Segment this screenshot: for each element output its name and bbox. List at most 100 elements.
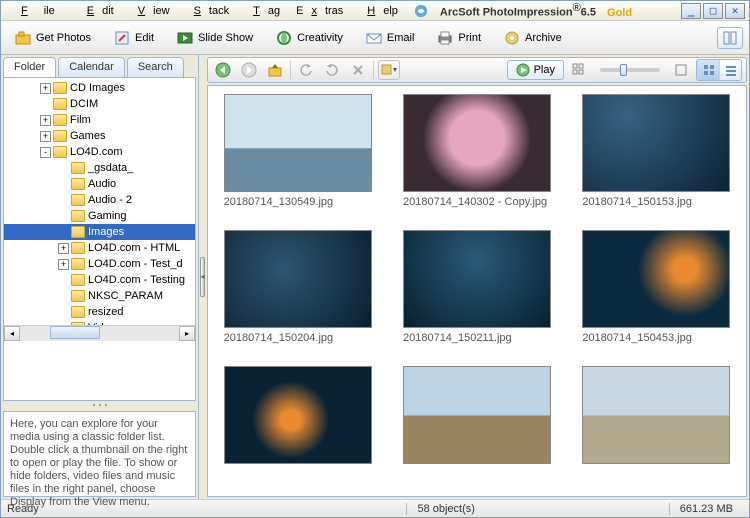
layout-toggle-button[interactable]: [717, 27, 743, 49]
view-mode-buttons: [696, 59, 742, 81]
rotate-left-button[interactable]: [295, 60, 317, 80]
folder-tree[interactable]: +CD Images DCIM +Film+Games-LO4D.com_gsdat…: [4, 78, 195, 325]
tree-label: DCIM: [70, 98, 98, 110]
thumbnail-size-slider[interactable]: [600, 68, 660, 72]
up-folder-button[interactable]: [264, 60, 286, 80]
menu-view[interactable]: View: [122, 3, 178, 19]
folder-icon: [71, 258, 85, 270]
menu-stack[interactable]: Stack: [178, 3, 238, 19]
thumbnail[interactable]: 20180714_150453.jpg: [571, 230, 742, 360]
scroll-right-button[interactable]: ▸: [179, 326, 195, 341]
status-objects: 58 object(s): [406, 503, 484, 515]
edit-button[interactable]: Edit: [106, 25, 161, 51]
tree-node[interactable]: _gsdata_: [4, 160, 195, 176]
scroll-thumb[interactable]: [50, 326, 100, 339]
thumbnail-label: 20180714_150453.jpg: [582, 332, 730, 360]
left-tabs: Folder Calendar Search: [1, 55, 198, 77]
main-toolbar: Get Photos Edit Slide Show Creativity Em…: [1, 21, 749, 55]
status-size: 661.23 MB: [669, 503, 743, 515]
slideshow-button[interactable]: Slide Show: [169, 25, 260, 51]
right-panel: Play 20180714_130549.jpg 20180714_140302 …: [205, 55, 749, 499]
thumbnail[interactable]: [212, 366, 383, 496]
thumbnail-image: [403, 94, 551, 192]
archive-button[interactable]: Archive: [496, 25, 569, 51]
tree-node[interactable]: +CD Images: [4, 80, 195, 96]
tree-hscrollbar[interactable]: ◂ ▸: [4, 325, 195, 341]
delete-button[interactable]: [347, 60, 369, 80]
tab-search[interactable]: Search: [127, 57, 184, 77]
view-thumbnails-button[interactable]: [697, 60, 719, 80]
tree-node[interactable]: Images: [4, 224, 195, 240]
expand-icon: [58, 275, 69, 286]
app-logo: ArcSoft PhotoImpression®6.5 Gold: [414, 0, 648, 21]
menu-help[interactable]: Help: [351, 3, 406, 19]
thumbnail-label: 20180714_150204.jpg: [224, 332, 372, 360]
folder-icon: [71, 322, 85, 325]
tree-node[interactable]: -LO4D.com: [4, 144, 195, 160]
help-text: Here, you can explore for your media usi…: [3, 411, 196, 497]
email-button[interactable]: Email: [358, 25, 422, 51]
minimize-button[interactable]: _: [681, 3, 701, 19]
menu-file[interactable]: File: [5, 3, 71, 19]
thumbnail[interactable]: [571, 366, 742, 496]
forward-button[interactable]: [238, 60, 260, 80]
tree-node[interactable]: resized: [4, 304, 195, 320]
thumbnail[interactable]: 20180714_130549.jpg: [212, 94, 383, 224]
menu-tag[interactable]: Tag: [237, 3, 288, 19]
print-button[interactable]: Print: [429, 25, 488, 51]
panel-size-grip[interactable]: [3, 401, 196, 409]
maximize-button[interactable]: □: [703, 3, 723, 19]
expand-icon[interactable]: +: [58, 259, 69, 270]
menu-edit[interactable]: Edit: [71, 3, 122, 19]
creativity-button[interactable]: Creativity: [268, 25, 350, 51]
tree-label: resized: [88, 306, 123, 318]
expand-icon[interactable]: +: [40, 131, 51, 142]
tree-node[interactable]: Audio: [4, 176, 195, 192]
left-panel: Folder Calendar Search +CD Images DCIM +Fi…: [1, 55, 199, 499]
tab-folder[interactable]: Folder: [3, 57, 56, 77]
expand-icon[interactable]: +: [58, 243, 69, 254]
thumbnail[interactable]: 20180714_140302 - Copy.jpg: [391, 94, 562, 224]
thumbnail[interactable]: 20180714_150153.jpg: [571, 94, 742, 224]
back-button[interactable]: [212, 60, 234, 80]
play-button[interactable]: Play: [507, 60, 564, 80]
tree-node[interactable]: + LO4D.com - HTML: [4, 240, 195, 256]
tree-label: LO4D.com - HTML: [88, 242, 180, 254]
thumbnail-label: 20180714_150211.jpg: [403, 332, 551, 360]
thumbnail[interactable]: 20180714_150204.jpg: [212, 230, 383, 360]
close-button[interactable]: ✕: [725, 3, 745, 19]
rotate-right-button[interactable]: [321, 60, 343, 80]
expand-icon[interactable]: -: [40, 147, 51, 158]
grid-icon[interactable]: [568, 60, 590, 80]
tree-node[interactable]: NKSC_PARAM: [4, 288, 195, 304]
tree-node[interactable]: +Games: [4, 128, 195, 144]
expand-icon: [58, 211, 69, 222]
large-grid-icon[interactable]: [670, 60, 692, 80]
tab-calendar[interactable]: Calendar: [58, 57, 125, 77]
tree-node[interactable]: Audio - 2: [4, 192, 195, 208]
tree-label: LO4D.com - Test_d: [88, 258, 183, 270]
scroll-left-button[interactable]: ◂: [4, 326, 20, 341]
thumbnail[interactable]: [391, 366, 562, 496]
thumbnail[interactable]: 20180714_150211.jpg: [391, 230, 562, 360]
tree-node[interactable]: +Film: [4, 112, 195, 128]
expand-icon[interactable]: +: [40, 115, 51, 126]
thumbnail-image: [224, 230, 372, 328]
thumbnail-label: 20180714_130549.jpg: [224, 196, 372, 224]
tree-node[interactable]: DCIM: [4, 96, 195, 112]
menu-extras[interactable]: Extras: [288, 3, 351, 19]
get-photos-button[interactable]: Get Photos: [7, 25, 98, 51]
tree-node[interactable]: LO4D.com - Testing: [4, 272, 195, 288]
tree-node[interactable]: Gaming: [4, 208, 195, 224]
menu-bar: File Edit View Stack Tag Extras Help Arc…: [1, 1, 749, 21]
thumbnail-image: [582, 230, 730, 328]
view-details-button[interactable]: [719, 60, 741, 80]
display-dropdown[interactable]: [378, 60, 400, 80]
expand-icon[interactable]: +: [40, 83, 51, 94]
thumbnail-image: [403, 230, 551, 328]
thumbnail-area[interactable]: 20180714_130549.jpg 20180714_140302 - Cop…: [207, 85, 747, 497]
folder-icon: [71, 194, 85, 206]
thumbnail-label: [582, 468, 730, 496]
folder-icon: [71, 306, 85, 318]
tree-node[interactable]: + LO4D.com - Test_d: [4, 256, 195, 272]
